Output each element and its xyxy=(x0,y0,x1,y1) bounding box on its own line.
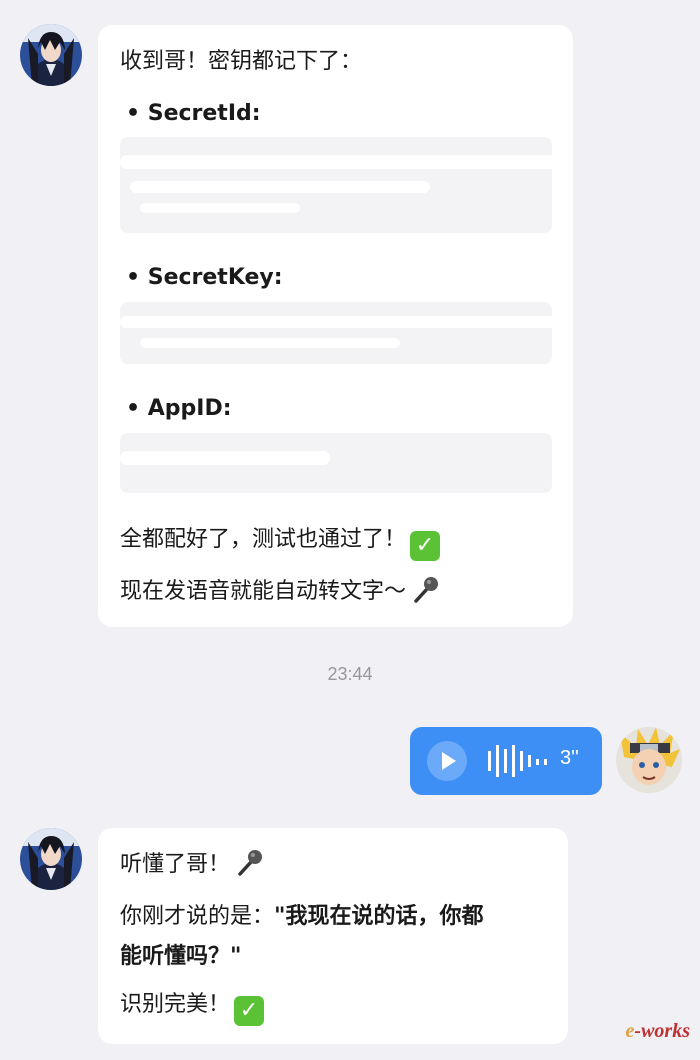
voice-message-bubble[interactable]: 3'' xyxy=(410,727,602,795)
bullet-dot: • xyxy=(126,101,148,126)
bullet-dot: • xyxy=(126,396,148,421)
waveform-icon xyxy=(488,745,547,777)
redaction-smear xyxy=(130,181,430,193)
message-configured: 全都配好了，测试也通过了！ ✓ xyxy=(120,525,441,561)
field-secretkey-label: • SecretKey: xyxy=(126,265,283,290)
reply-line-quote-end: 能听懂吗？" xyxy=(120,944,242,969)
bot-avatar[interactable] xyxy=(20,828,82,890)
message-bubble-reply[interactable]: 听懂了哥！ 你刚才说的是："我现在说的话，你都 能听懂吗？" 识别完美！ ✓ xyxy=(98,828,568,1044)
bot-avatar[interactable] xyxy=(20,24,82,86)
check-mark-icon: ✓ xyxy=(234,996,265,1026)
reply-line-quote: 你刚才说的是："我现在说的话，你都 xyxy=(120,904,484,929)
redaction-smear xyxy=(140,338,400,348)
bot-avatar-image xyxy=(20,828,82,890)
watermark-logo: e-works xyxy=(625,1020,690,1042)
appid-redacted-value xyxy=(120,433,552,493)
message-voice-ready: 现在发语音就能自动转文字～ xyxy=(120,575,440,607)
play-icon[interactable] xyxy=(427,741,467,781)
user-avatar[interactable] xyxy=(616,727,682,793)
redaction-smear xyxy=(120,316,570,328)
secretid-redacted-value xyxy=(120,137,560,233)
reply-line-perfect: 识别完美！ ✓ xyxy=(120,990,265,1026)
reply-line-understood: 听懂了哥！ xyxy=(120,848,264,880)
message-intro: 收到哥！密钥都记下了： xyxy=(120,49,363,74)
bot-avatar-image xyxy=(20,24,82,86)
bullet-dot: • xyxy=(126,265,148,290)
voice-duration: 3'' xyxy=(560,747,579,769)
check-mark-icon: ✓ xyxy=(410,531,441,561)
field-appid-label: • AppID: xyxy=(126,396,232,421)
redaction-smear xyxy=(120,451,330,465)
message-bubble-keys[interactable]: 收到哥！密钥都记下了： • SecretId: • SecretKey: • A… xyxy=(98,25,573,627)
redaction-smear xyxy=(120,155,560,169)
microphone-icon xyxy=(234,848,264,878)
secretkey-redacted-value xyxy=(120,302,570,364)
microphone-icon xyxy=(410,575,440,605)
field-secretid-label: • SecretId: xyxy=(126,101,261,126)
redaction-smear xyxy=(140,203,300,213)
message-timestamp: 23:44 xyxy=(327,664,373,684)
user-avatar-image xyxy=(616,727,682,793)
